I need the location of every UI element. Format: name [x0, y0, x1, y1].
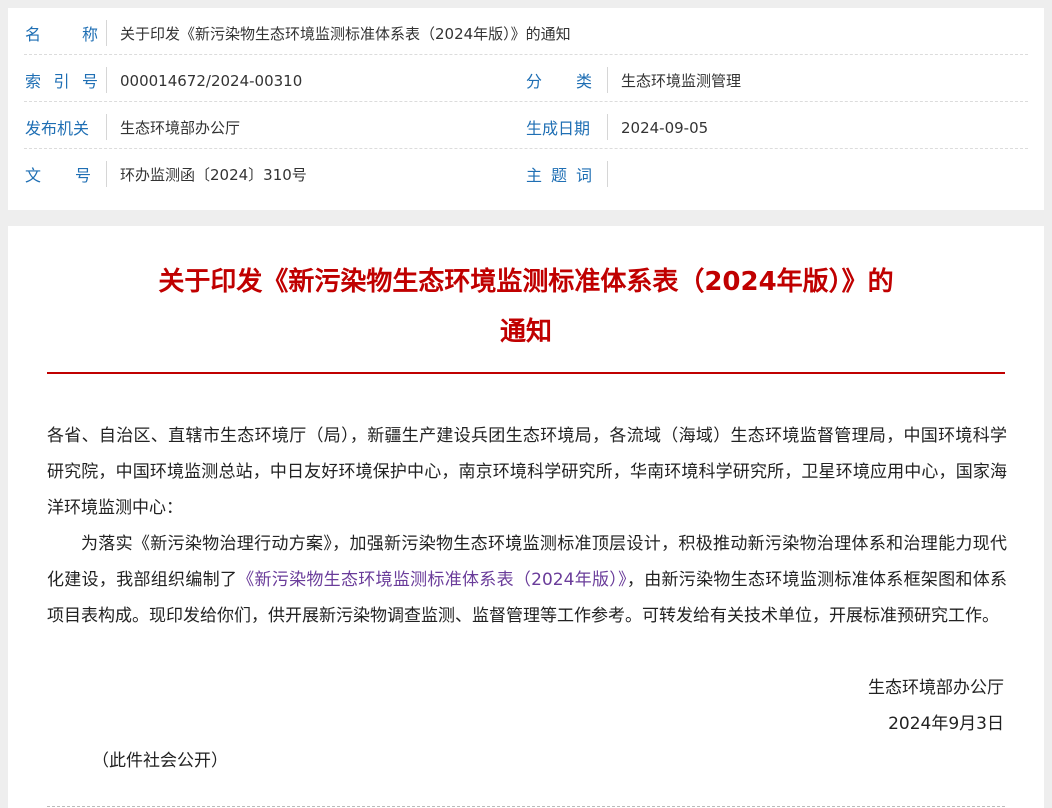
- meta-divider: [607, 114, 608, 140]
- date-value: 2024-09-05: [621, 119, 709, 137]
- meta-divider: [106, 67, 107, 93]
- topic-label: 主题词: [526, 166, 592, 186]
- meta-row-docno: 文号 环办监测函〔2024〕310号 主题词: [8, 149, 1044, 196]
- issuer-value: 生态环境部办公厅: [120, 119, 241, 137]
- signature-date: 2024年9月3日: [888, 714, 1004, 734]
- topic-label-char-1: 主: [526, 166, 543, 185]
- public-note: （此件社会公开）: [92, 751, 228, 771]
- meta-divider: [106, 114, 107, 140]
- title-rule: [47, 372, 1005, 374]
- docno-label-char-2: 号: [74, 166, 91, 185]
- index-label: 索引号: [25, 72, 98, 92]
- meta-row-issuer: 发布机关 生态环境部办公厅 生成日期 2024-09-05: [8, 102, 1044, 149]
- meta-row-name: 名称 关于印发《新污染物生态环境监测标准体系表（2024年版）》的通知: [8, 8, 1044, 55]
- index-label-char-1: 索: [25, 72, 42, 91]
- issuer-label: 发布机关: [25, 119, 90, 138]
- main-paragraph: 为落实《新污染物治理行动方案》，加强新污染物生态环境监测标准顶层设计，积极推动新…: [47, 526, 1007, 634]
- name-label: 名称: [25, 25, 98, 45]
- category-label-char-1: 分: [526, 72, 543, 91]
- recipients-paragraph: 各省、自治区、直辖市生态环境厅（局），新疆生产建设兵团生态环境局，各流域（海域）…: [47, 426, 1007, 518]
- bottom-rule: [47, 806, 1005, 807]
- topic-label-char-3: 词: [575, 166, 592, 185]
- document-panel: 关于印发《新污染物生态环境监测标准体系表（2024年版）》的 通知 各省、自治区…: [8, 226, 1044, 808]
- meta-divider: [607, 67, 608, 93]
- docno-label: 文号: [25, 166, 91, 186]
- index-label-char-3: 号: [81, 72, 98, 91]
- date-label: 生成日期: [526, 119, 591, 138]
- docno-value: 环办监测函〔2024〕310号: [120, 166, 307, 184]
- metadata-panel: 名称 关于印发《新污染物生态环境监测标准体系表（2024年版）》的通知 索引号 …: [8, 8, 1044, 210]
- document-body: 各省、自治区、直辖市生态环境厅（局），新疆生产建设兵团生态环境局，各流域（海域）…: [47, 418, 1007, 634]
- name-label-char-2: 称: [81, 25, 98, 44]
- category-value: 生态环境监测管理: [621, 72, 742, 90]
- topic-label-char-2: 题: [550, 166, 567, 185]
- index-value: 000014672/2024-00310: [120, 72, 303, 90]
- name-label-char-1: 名: [25, 25, 42, 44]
- meta-row-index: 索引号 000014672/2024-00310 分类 生态环境监测管理: [8, 55, 1044, 102]
- attachment-link[interactable]: 《新污染物生态环境监测标准体系表（2024年版）》: [237, 570, 627, 590]
- category-label: 分类: [526, 72, 592, 92]
- signature-issuer: 生态环境部办公厅: [868, 678, 1004, 698]
- name-value: 关于印发《新污染物生态环境监测标准体系表（2024年版）》的通知: [120, 25, 571, 43]
- document-title-line-2: 通知: [499, 317, 552, 347]
- meta-divider: [106, 161, 107, 187]
- meta-divider: [607, 161, 608, 187]
- meta-divider: [106, 20, 107, 46]
- index-label-char-2: 引: [53, 72, 70, 91]
- docno-label-char-1: 文: [25, 166, 42, 185]
- category-label-char-2: 类: [575, 72, 592, 91]
- document-title-line-1: 关于印发《新污染物生态环境监测标准体系表（2024年版）》的: [158, 267, 894, 297]
